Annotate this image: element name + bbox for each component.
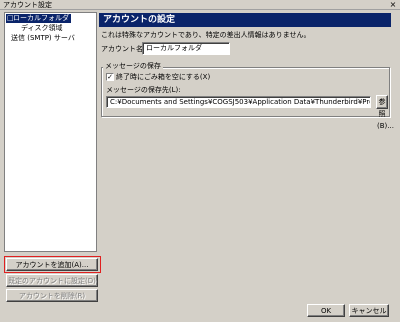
cancel-button[interactable]: キャンセル [349,304,389,317]
tree-item-local-folders[interactable]: □ローカルフォルダ [6,14,71,23]
window-title: アカウント設定 [3,1,52,9]
store-path-input[interactable]: C:¥Documents and Settings¥COGSJ503¥Appli… [106,96,371,108]
browse-button[interactable]: 参照(B)... [376,95,394,130]
checkmark-icon: ✓ [107,73,113,81]
panel-description: これは特殊なアカウントであり、特定の差出人情報はありません。 [101,31,311,39]
empty-trash-label[interactable]: 終了時にごみ箱を空にする(X) [116,73,210,82]
tree-item-label: 送信 (SMTP) サーバ [11,34,75,42]
message-storage-caption: メッセージの保存 [103,62,163,71]
account-name-input[interactable]: ローカルフォルダ [142,42,230,55]
add-account-button[interactable]: アカウントを追加(A)... [6,258,98,271]
empty-trash-checkbox[interactable]: ✓ [106,73,114,81]
account-tree[interactable]: □ローカルフォルダ ディスク領域 送信 (SMTP) サーバ [4,12,97,252]
ok-button[interactable]: OK [307,304,345,317]
remove-account-button[interactable]: アカウントを削除(R) [6,289,98,302]
panel-title: アカウントの設定 [99,13,391,27]
tree-item-disk-space[interactable]: ディスク領域 [21,24,63,33]
set-default-account-button[interactable]: 既定のアカウントに設定(D) [6,274,98,287]
tree-item-smtp-server[interactable]: 送信 (SMTP) サーバ [11,34,75,43]
tree-item-label: ローカルフォルダ [13,14,69,22]
close-icon[interactable]: × [388,1,398,9]
title-bar: アカウント設定 × [0,0,400,10]
store-path-label: メッセージの保存先(L): [106,86,181,94]
tree-item-label: ディスク領域 [21,24,63,32]
